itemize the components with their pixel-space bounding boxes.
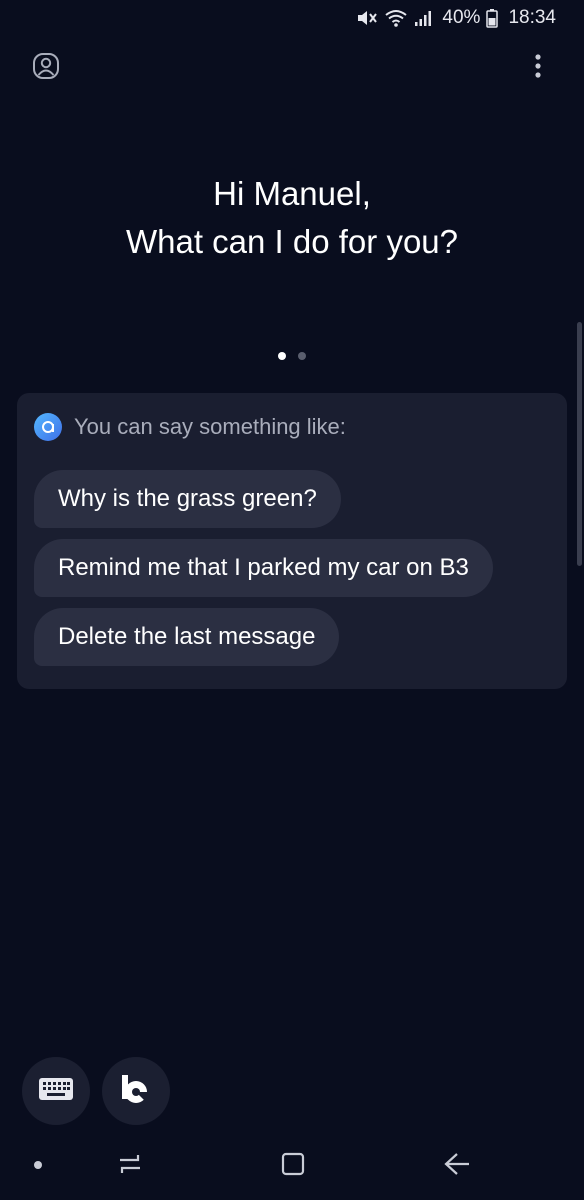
suggestion-chip[interactable]: Remind me that I parked my car on B3 [34,539,493,597]
nav-dot-button[interactable] [24,1152,52,1180]
suggestions-header-text: You can say something like: [74,414,346,439]
clock: 18:34 [508,7,556,28]
recents-icon [116,1151,144,1182]
back-button[interactable] [443,1152,471,1180]
signal-icon [414,8,434,28]
bixby-icon [119,1072,153,1111]
battery-icon [486,8,499,28]
navigation-bar [0,1140,584,1192]
greeting-line-1: Hi Manuel, [213,175,371,212]
user-circle-icon [31,51,61,86]
greeting: Hi Manuel, What can I do for you? [0,170,584,266]
edge-panel-handle[interactable] [577,322,582,566]
greeting-line-2: What can I do for you? [125,223,458,260]
keyboard-button[interactable] [22,1057,90,1125]
status-bar: 40% 18:34 [0,0,584,36]
page-dot-active[interactable] [278,352,286,360]
dot-icon [33,1157,43,1175]
more-vertical-icon [534,53,542,84]
mute-icon [356,8,378,28]
recents-button[interactable] [116,1152,144,1180]
keyboard-icon [38,1077,74,1106]
wifi-icon [384,8,408,28]
battery-percent: 40% [442,7,481,28]
suggestion-chip[interactable]: Delete the last message [34,608,340,666]
profile-button[interactable] [30,52,62,84]
more-options-button[interactable] [522,52,554,84]
suggestions-card: You can say something like: Why is the g… [17,393,567,689]
home-icon [280,1151,306,1182]
bixby-home-screen: 40% 18:34 Hi Manuel, What can I do for y… [0,0,584,1200]
home-button[interactable] [279,1152,307,1180]
bixby-voice-button[interactable] [102,1057,170,1125]
bixby-logo-icon [34,413,62,441]
page-indicator [0,352,584,360]
suggestion-chip[interactable]: Why is the grass green? [34,470,341,528]
page-dot[interactable] [298,352,306,360]
suggestions-header: You can say something like: [34,413,346,441]
back-icon [443,1151,471,1182]
